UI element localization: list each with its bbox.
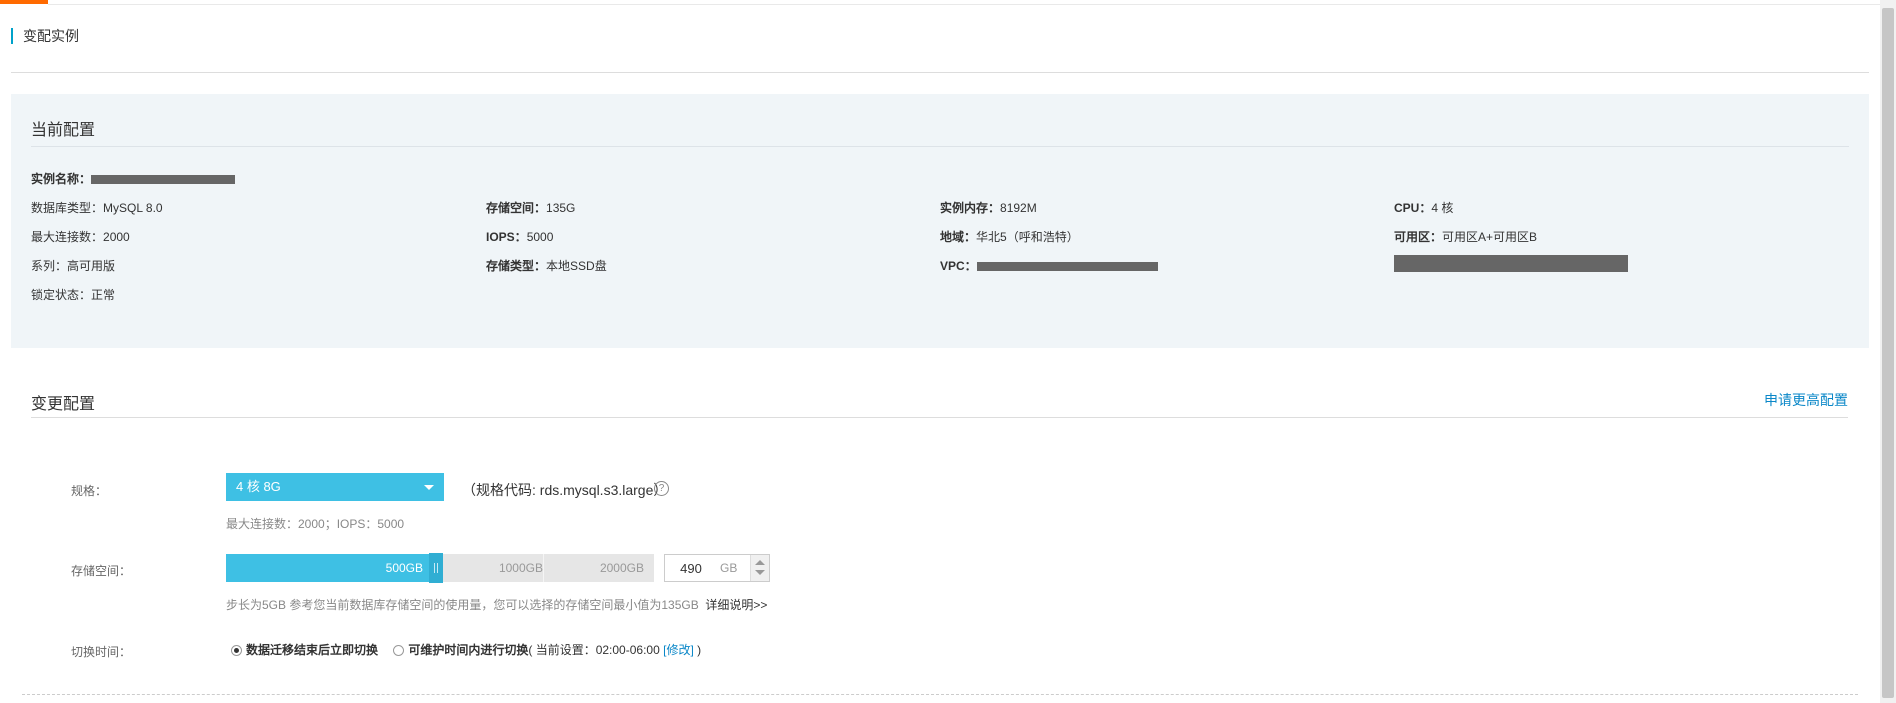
iops-field: IOPS：5000 xyxy=(486,228,553,245)
cpu-field: CPU：4 核 xyxy=(1394,199,1453,216)
storage-tick-1000: 1000GB xyxy=(498,561,543,575)
region-value: 华北5（呼和浩特） xyxy=(976,230,1079,244)
vpc-value-redacted xyxy=(976,262,1158,272)
stepper-up-icon[interactable] xyxy=(755,560,765,565)
top-accent-bar xyxy=(0,0,48,4)
region-label: 地域： xyxy=(940,230,977,244)
memory-field: 实例内存：8192M xyxy=(940,199,1037,216)
vswitch-field xyxy=(1394,255,1628,272)
lock-status-label: 锁定状态： xyxy=(31,288,92,302)
scrollbar[interactable] xyxy=(1880,0,1896,703)
storage-hint-row: 步长为5GB 参考您当前数据库存储空间的使用量，您可以选择的存储空间最小值为13… xyxy=(226,596,767,613)
storage-value: 135G xyxy=(546,201,576,215)
vswitch-value-redacted xyxy=(1394,255,1628,272)
spec-hint: 最大连接数：2000；IOPS：5000 xyxy=(226,517,405,531)
request-higher-config-link[interactable]: 申请更高配置 xyxy=(1764,390,1848,410)
region-field: 地域：华北5（呼和浩特） xyxy=(940,228,1079,245)
zone-label: 可用区： xyxy=(1394,230,1443,244)
series-label: 系列： xyxy=(31,259,68,273)
iops-value: 5000 xyxy=(526,230,554,244)
storage-slider-label: 存储空间： xyxy=(71,564,132,578)
zone-field: 可用区：可用区A+可用区B xyxy=(1394,228,1537,245)
storage-type-label: 存储类型： xyxy=(486,259,547,273)
question-circle-icon[interactable]: ? xyxy=(654,481,669,496)
bottom-dashed-divider xyxy=(22,694,1858,695)
series-field: 系列：高可用版 xyxy=(31,257,115,274)
spec-code: （规格代码: rds.mysql.s3.large） xyxy=(462,482,668,498)
current-config-title: 当前配置 xyxy=(31,122,96,139)
storage-hint: 步长为5GB 参考您当前数据库存储空间的使用量，您可以选择的存储空间最小值为13… xyxy=(226,598,699,612)
storage-type-value: 本地SSD盘 xyxy=(546,259,607,273)
storage-unit: GB xyxy=(720,561,738,575)
storage-detail-link[interactable]: 详细说明>> xyxy=(705,598,767,612)
vpc-label: VPC： xyxy=(940,259,977,273)
radio-immediate[interactable] xyxy=(231,645,242,656)
zone-value: 可用区A+可用区B xyxy=(1442,230,1538,244)
radio-immediate-label[interactable]: 数据迁移结束后立即切换 xyxy=(246,643,378,657)
db-type-value: MySQL 8.0 xyxy=(103,201,163,215)
storage-field: 存储空间：135G xyxy=(486,199,575,216)
storage-slider[interactable]: 500GB 1000GB 2000GB xyxy=(226,553,654,583)
current-setting-prefix: ( 当前设置：02:00-06:00 xyxy=(528,643,664,657)
cpu-label: CPU： xyxy=(1394,201,1432,215)
storage-slider-handle[interactable] xyxy=(429,553,443,583)
storage-tick-2000: 2000GB xyxy=(599,561,644,575)
max-conn-value: 2000 xyxy=(103,230,130,244)
max-conn-label: 最大连接数： xyxy=(31,230,104,244)
instance-name-label: 实例名称： xyxy=(31,172,92,186)
scrollbar-thumb[interactable] xyxy=(1882,8,1894,698)
storage-number-box: GB xyxy=(664,554,770,582)
vpc-field: VPC： xyxy=(940,257,1158,274)
top-divider xyxy=(48,4,1896,5)
cpu-value: 4 核 xyxy=(1431,201,1454,215)
instance-name-field: 实例名称： xyxy=(31,170,236,187)
page-title: 变配实例 xyxy=(11,28,79,44)
storage-type-field: 存储类型：本地SSD盘 xyxy=(486,257,607,274)
memory-value: 8192M xyxy=(1000,201,1037,215)
switch-time-options: 数据迁移结束后立即切换 可维护时间内进行切换( 当前设置：02:00-06:00… xyxy=(231,641,701,658)
current-setting-suffix: ) xyxy=(693,643,702,657)
caret-down-icon xyxy=(424,485,434,490)
instance-name-redacted xyxy=(91,175,236,185)
spec-select[interactable]: 4 核 8G xyxy=(226,473,444,501)
db-type-field: 数据库类型：MySQL 8.0 xyxy=(31,199,163,216)
radio-maintenance-label[interactable]: 可维护时间内进行切换 xyxy=(408,643,528,657)
lock-status-value: 正常 xyxy=(91,288,116,302)
memory-label: 实例内存： xyxy=(940,201,1001,215)
change-config-title: 变更配置 xyxy=(31,396,96,413)
storage-tick-500: 500GB xyxy=(385,561,423,575)
storage-stepper xyxy=(750,555,769,581)
lock-status-field: 锁定状态：正常 xyxy=(31,286,115,303)
storage-value-input[interactable] xyxy=(671,559,711,577)
title-divider xyxy=(11,72,1869,73)
max-conn-field: 最大连接数：2000 xyxy=(31,228,130,245)
current-config-divider xyxy=(31,146,1849,147)
spec-label: 规格： xyxy=(71,484,108,498)
db-type-label: 数据库类型： xyxy=(31,201,104,215)
change-config-divider xyxy=(31,417,1848,418)
series-value: 高可用版 xyxy=(67,259,116,273)
switch-time-label: 切换时间： xyxy=(71,645,132,659)
current-config-panel: 当前配置 实例名称： 数据库类型：MySQL 8.0 存储空间：135G 实例内… xyxy=(11,94,1869,348)
storage-label: 存储空间： xyxy=(486,201,547,215)
stepper-down-icon[interactable] xyxy=(755,570,765,575)
iops-label: IOPS： xyxy=(486,230,527,244)
radio-maintenance[interactable] xyxy=(393,645,405,656)
modify-maintenance-link[interactable]: [修改] xyxy=(663,643,694,657)
spec-select-value: 4 核 8G xyxy=(236,479,281,494)
